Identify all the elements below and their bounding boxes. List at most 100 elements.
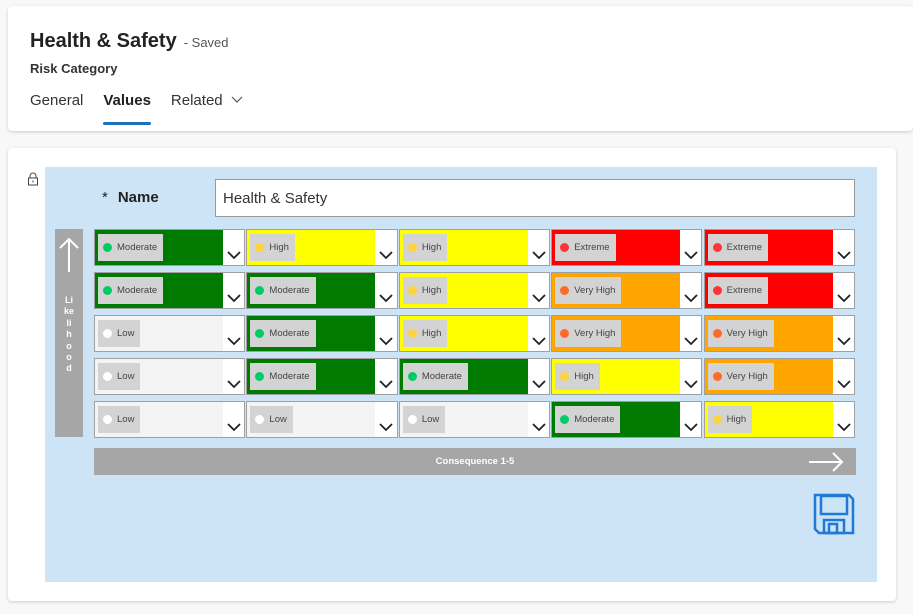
dropdown-toggle[interactable] xyxy=(832,230,854,265)
risk-level-dropdown[interactable]: Extreme xyxy=(703,272,855,309)
matrix-row: Low Low Low Moderate High xyxy=(94,401,856,438)
chevron-down-icon xyxy=(227,337,241,346)
risk-level-dropdown[interactable]: High xyxy=(398,229,551,266)
name-input[interactable]: Health & Safety xyxy=(215,179,855,217)
risk-level-dropdown[interactable]: Low xyxy=(94,358,246,395)
dropdown-toggle[interactable] xyxy=(375,359,397,394)
risk-level-dropdown[interactable]: Extreme xyxy=(703,229,855,266)
risk-level-dropdown[interactable]: Moderate xyxy=(398,358,551,395)
dropdown-toggle[interactable] xyxy=(527,230,550,265)
dropdown-toggle[interactable] xyxy=(527,316,550,351)
chevron-down-icon xyxy=(227,380,241,389)
risk-level-label: High xyxy=(269,242,289,253)
dropdown-toggle[interactable] xyxy=(375,316,397,351)
dropdown-toggle[interactable] xyxy=(375,273,397,308)
tab-label: General xyxy=(30,92,84,109)
dropdown-toggle[interactable] xyxy=(680,230,702,265)
risk-level-dropdown[interactable]: Low xyxy=(398,401,551,438)
risk-level-dropdown[interactable]: Moderate xyxy=(246,358,398,395)
chevron-down-icon xyxy=(379,423,394,432)
chevron-down-icon xyxy=(684,337,698,346)
consequence-axis: Consequence 1-5 xyxy=(94,448,856,475)
risk-level-fill: Low xyxy=(399,402,528,437)
dropdown-toggle[interactable] xyxy=(832,316,854,351)
tab-label: Values xyxy=(103,92,151,109)
risk-level-dropdown[interactable]: Moderate xyxy=(94,272,246,309)
dropdown-toggle[interactable] xyxy=(680,359,702,394)
risk-level-dropdown[interactable]: High xyxy=(246,229,398,266)
risk-level-fill: Low xyxy=(247,402,376,437)
name-label-text: Name xyxy=(117,189,159,206)
risk-level-label: Extreme xyxy=(726,285,762,296)
dropdown-toggle[interactable] xyxy=(680,402,702,437)
risk-level-label: Extreme xyxy=(574,242,610,253)
risk-level-dropdown[interactable]: Moderate xyxy=(94,229,246,266)
risk-level-dropdown[interactable]: Low xyxy=(94,401,246,438)
status-dot-icon xyxy=(255,415,265,424)
risk-level-dropdown[interactable]: Low xyxy=(94,315,246,352)
dropdown-toggle[interactable] xyxy=(223,230,245,265)
dropdown-toggle[interactable] xyxy=(680,316,702,351)
dropdown-toggle[interactable] xyxy=(832,402,854,437)
required-marker: * xyxy=(102,189,108,206)
risk-level-dropdown[interactable]: Extreme xyxy=(551,229,703,266)
risk-level-fill: Very High xyxy=(704,316,833,351)
dropdown-toggle[interactable] xyxy=(223,402,245,437)
risk-level-label: Moderate xyxy=(269,371,310,382)
risk-level-fill: High xyxy=(399,273,528,308)
risk-level-dropdown[interactable]: High xyxy=(703,401,855,438)
chevron-down-icon xyxy=(836,423,851,432)
status-dot-icon xyxy=(255,286,265,295)
status-dot-icon xyxy=(103,329,112,338)
dropdown-toggle[interactable] xyxy=(527,359,550,394)
risk-level-dropdown[interactable]: Very High xyxy=(551,272,703,309)
dropdown-toggle[interactable] xyxy=(527,402,550,437)
risk-level-tag: Extreme xyxy=(707,234,768,261)
status-dot-icon xyxy=(712,329,722,338)
risk-level-dropdown[interactable]: Very High xyxy=(703,315,855,352)
status-dot-icon xyxy=(407,372,417,381)
save-button[interactable] xyxy=(813,493,855,535)
chevron-down-icon xyxy=(836,294,851,303)
risk-level-tag: Low xyxy=(98,320,141,347)
values-section: * Name Health & Safety Likelihood Moderat… xyxy=(8,148,896,601)
risk-level-tag: Very High xyxy=(555,277,622,304)
dropdown-toggle[interactable] xyxy=(527,273,550,308)
status-dot-icon xyxy=(103,415,112,424)
dropdown-toggle[interactable] xyxy=(223,273,245,308)
tab-general[interactable]: General xyxy=(30,92,83,124)
risk-level-dropdown[interactable]: Low xyxy=(246,401,398,438)
risk-level-dropdown[interactable]: Moderate xyxy=(246,272,398,309)
dropdown-toggle[interactable] xyxy=(223,316,245,351)
chevron-down-icon xyxy=(379,380,394,389)
risk-level-tag: Moderate xyxy=(98,234,164,261)
risk-level-tag: High xyxy=(555,363,600,390)
dropdown-toggle[interactable] xyxy=(375,230,397,265)
risk-level-dropdown[interactable]: High xyxy=(398,315,551,352)
dropdown-toggle[interactable] xyxy=(680,273,702,308)
tab-values[interactable]: Values xyxy=(103,92,151,125)
tab-related[interactable]: Related xyxy=(171,92,243,124)
dropdown-toggle[interactable] xyxy=(223,359,245,394)
status-dot-icon xyxy=(407,329,417,338)
risk-level-tag: Low xyxy=(98,406,141,433)
likelihood-label: Likelihood xyxy=(64,295,75,374)
risk-level-fill: Moderate xyxy=(95,230,223,265)
risk-level-dropdown[interactable]: High xyxy=(551,358,703,395)
risk-level-tag: High xyxy=(402,234,448,261)
risk-level-label: Extreme xyxy=(726,242,762,253)
risk-level-dropdown[interactable]: Moderate xyxy=(246,315,398,352)
dropdown-toggle[interactable] xyxy=(375,402,397,437)
dropdown-toggle[interactable] xyxy=(832,359,854,394)
chevron-down-icon xyxy=(227,423,241,432)
risk-level-fill: Moderate xyxy=(552,402,681,437)
risk-level-dropdown[interactable]: Very High xyxy=(703,358,855,395)
risk-level-dropdown[interactable]: Moderate xyxy=(551,401,703,438)
risk-level-dropdown[interactable]: High xyxy=(398,272,551,309)
dropdown-toggle[interactable] xyxy=(832,273,854,308)
risk-level-dropdown[interactable]: Very High xyxy=(551,315,703,352)
risk-level-tag: Extreme xyxy=(707,277,768,304)
record-header: Health & Safety - Saved Risk Category Ge… xyxy=(8,6,913,131)
risk-level-tag: Moderate xyxy=(98,277,164,304)
risk-level-fill: Very High xyxy=(704,359,833,394)
